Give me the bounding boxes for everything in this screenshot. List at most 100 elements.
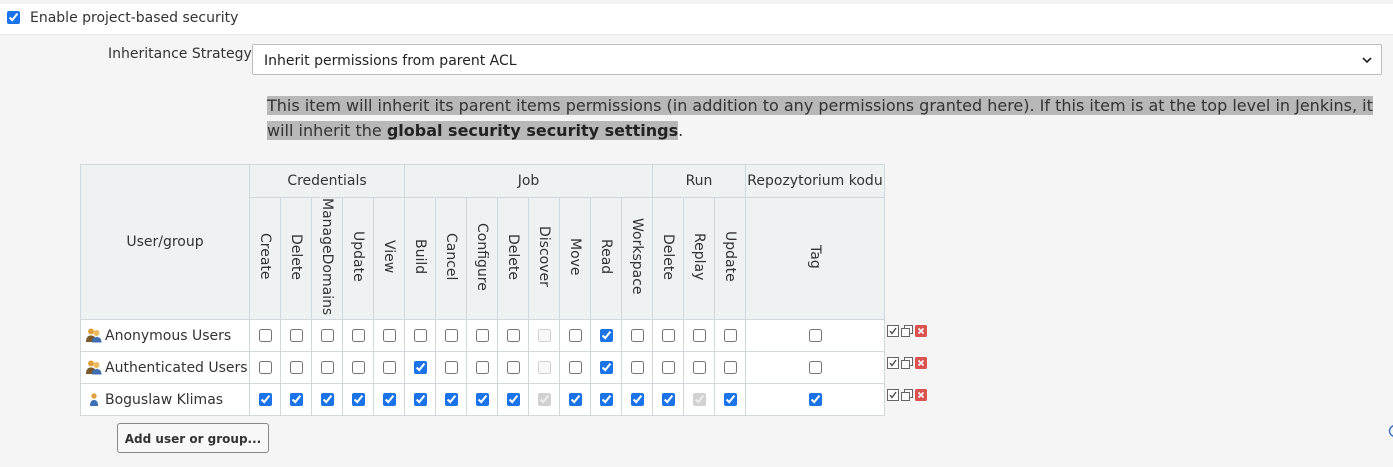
group-header-job: Job <box>404 164 653 198</box>
permission-checkbox[interactable] <box>568 393 582 407</box>
permission-checkbox[interactable] <box>258 393 272 407</box>
permission-checkbox[interactable] <box>630 361 644 375</box>
permission-checkbox[interactable] <box>413 329 427 343</box>
perm-header-label: Delete <box>288 233 304 280</box>
permission-checkbox[interactable] <box>568 361 582 375</box>
permission-cell <box>745 383 885 417</box>
permission-checkbox[interactable] <box>661 329 675 343</box>
permission-checkbox[interactable] <box>351 393 365 407</box>
permission-checkbox <box>537 393 551 407</box>
help-text-post: . <box>678 121 684 140</box>
permission-checkbox[interactable] <box>808 393 822 407</box>
permission-checkbox[interactable] <box>506 329 520 343</box>
permission-cell <box>466 351 498 385</box>
permission-checkbox[interactable] <box>289 329 303 343</box>
help-text: This item will inherit its parent items … <box>267 93 1379 143</box>
permission-checkbox[interactable] <box>289 393 303 407</box>
permission-checkbox[interactable] <box>692 361 706 375</box>
permission-checkbox[interactable] <box>506 361 520 375</box>
permission-checkbox[interactable] <box>258 329 272 343</box>
copy-icon[interactable] <box>901 389 913 401</box>
delete-icon[interactable] <box>915 389 927 401</box>
select-all-icon[interactable] <box>887 357 899 369</box>
permission-cell <box>435 383 467 417</box>
perm-header-job-workspace: Workspace <box>621 196 653 321</box>
permission-checkbox[interactable] <box>630 329 644 343</box>
perm-header-credentials-view: View <box>373 196 405 321</box>
permission-checkbox[interactable] <box>723 393 737 407</box>
permission-cell <box>342 351 374 385</box>
select-all-icon[interactable] <box>887 389 899 401</box>
permission-checkbox[interactable] <box>444 329 458 343</box>
permission-checkbox[interactable] <box>351 329 365 343</box>
enable-security-label[interactable]: Enable project-based security <box>30 10 238 26</box>
permission-checkbox[interactable] <box>413 361 427 375</box>
permission-checkbox[interactable] <box>382 329 396 343</box>
perm-header-run-delete: Delete <box>652 196 684 321</box>
enable-security-checkbox[interactable] <box>7 11 20 24</box>
inheritance-strategy-select[interactable]: Inherit permissions from parent ACL <box>252 44 1382 75</box>
permission-cell <box>590 351 622 385</box>
permission-checkbox[interactable] <box>351 361 365 375</box>
delete-icon[interactable] <box>915 357 927 369</box>
permission-checkbox[interactable] <box>661 361 675 375</box>
permission-cell <box>683 351 715 385</box>
permission-checkbox[interactable] <box>320 393 334 407</box>
group-header-credentials: Credentials <box>249 164 405 198</box>
permission-cell <box>311 383 343 417</box>
inheritance-strategy-label: Inheritance Strategy <box>108 46 252 62</box>
permission-cell <box>466 319 498 353</box>
perm-header-job-build: Build <box>404 196 436 321</box>
perm-header-job-configure: Configure <box>466 196 498 321</box>
permission-cell <box>683 383 715 417</box>
permission-checkbox[interactable] <box>258 361 272 375</box>
permission-checkbox[interactable] <box>413 393 427 407</box>
permission-checkbox[interactable] <box>599 329 613 343</box>
permission-checkbox[interactable] <box>723 329 737 343</box>
permission-checkbox[interactable] <box>382 393 396 407</box>
permission-checkbox[interactable] <box>808 361 822 375</box>
perm-header-label: Workspace <box>629 218 645 295</box>
permission-checkbox[interactable] <box>320 361 334 375</box>
permission-cell <box>373 319 405 353</box>
permission-checkbox[interactable] <box>630 393 644 407</box>
permission-checkbox[interactable] <box>808 329 822 343</box>
permission-checkbox[interactable] <box>599 393 613 407</box>
row-user-name: Anonymous Users <box>105 328 232 345</box>
permission-cell <box>745 319 885 353</box>
permission-cell <box>435 319 467 353</box>
permission-checkbox[interactable] <box>444 361 458 375</box>
permission-checkbox[interactable] <box>382 361 396 375</box>
permission-checkbox <box>537 361 551 375</box>
permission-checkbox[interactable] <box>506 393 520 407</box>
copy-icon[interactable] <box>901 357 913 369</box>
permission-checkbox[interactable] <box>475 393 489 407</box>
permission-checkbox[interactable] <box>320 329 334 343</box>
permission-cell <box>714 383 746 417</box>
permission-cell <box>559 351 591 385</box>
permission-checkbox[interactable] <box>568 329 582 343</box>
permission-checkbox[interactable] <box>289 361 303 375</box>
permission-checkbox[interactable] <box>723 361 737 375</box>
copy-icon[interactable] <box>901 325 913 337</box>
permission-checkbox[interactable] <box>692 329 706 343</box>
help-icon[interactable] <box>1388 424 1393 438</box>
permission-checkbox[interactable] <box>444 393 458 407</box>
perm-header-label: Replay <box>691 232 707 281</box>
row-user-name: Boguslaw Klimas <box>105 392 224 409</box>
permission-checkbox[interactable] <box>661 393 675 407</box>
perm-header-credentials-update: Update <box>342 196 374 321</box>
perm-header-job-cancel: Cancel <box>435 196 467 321</box>
select-all-icon[interactable] <box>887 325 899 337</box>
add-user-or-group-button[interactable]: Add user or group... <box>117 423 269 453</box>
permission-cell <box>621 319 653 353</box>
perm-header-label: Move <box>567 237 583 276</box>
permission-cell <box>373 351 405 385</box>
user-icon <box>85 391 103 407</box>
permission-checkbox[interactable] <box>475 329 489 343</box>
permission-checkbox[interactable] <box>475 361 489 375</box>
permissions-body: Anonymous Users Authenticated Users Bogusl… <box>80 319 885 417</box>
permission-checkbox <box>692 393 706 407</box>
permission-checkbox[interactable] <box>599 361 613 375</box>
delete-icon[interactable] <box>915 325 927 337</box>
